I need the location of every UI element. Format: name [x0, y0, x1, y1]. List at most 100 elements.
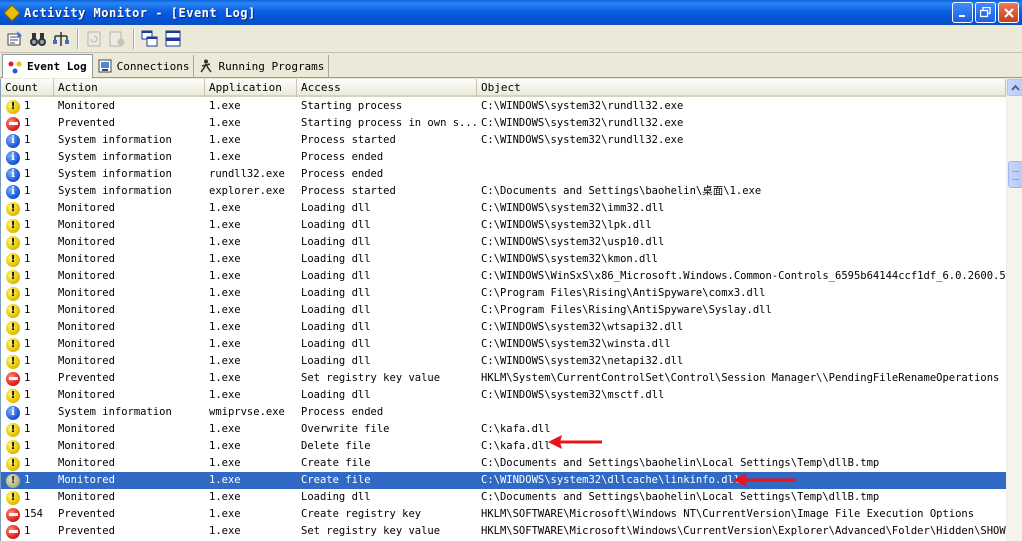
cell-action: Monitored: [58, 423, 115, 435]
column-header-count[interactable]: Count: [1, 79, 54, 97]
table-row[interactable]: ! 1 Monitored 1.exe Loading dll C:\WINDOWS\sy…: [1, 234, 1006, 251]
cell-count: ! 1: [1, 251, 54, 268]
warning-icon: !: [6, 286, 20, 301]
table-row[interactable]: ! 1 Monitored 1.exe Loading dll C:\WINDOWS\sy…: [1, 336, 1006, 353]
column-header-object[interactable]: Object: [477, 79, 1006, 97]
table-row[interactable]: i 1 System information 1.exe Process started…: [1, 132, 1006, 149]
table-row[interactable]: ! 1 Monitored 1.exe Create file C:\Documents …: [1, 455, 1006, 472]
warning-icon: !: [6, 303, 20, 318]
cell-object: C:\WINDOWS\system32\msctf.dll: [481, 389, 665, 401]
cell-count: ! 1: [1, 98, 54, 115]
cell-application: 1.exe: [209, 338, 241, 350]
cell-application: 1.exe: [209, 304, 241, 316]
table-row[interactable]: ! 1 Monitored 1.exe Loading dll C:\WINDOWS\sy…: [1, 319, 1006, 336]
cell-action: System information: [58, 168, 172, 180]
cell-object: C:\WINDOWS\system32\winsta.dll: [481, 338, 671, 350]
table-row[interactable]: ! 1 Monitored 1.exe Loading dll C:\WINDOWS\sy…: [1, 353, 1006, 370]
cell-count: ! 1: [1, 455, 54, 472]
window-controls: [952, 2, 1019, 23]
cell-access: Overwrite file: [301, 423, 390, 435]
column-header-application[interactable]: Application: [205, 79, 297, 97]
table-row[interactable]: ! 1 Monitored 1.exe Loading dll C:\WINDOWS\sy…: [1, 200, 1006, 217]
table-row[interactable]: 1 Prevented 1.exe Starting process in own s…: [1, 115, 1006, 132]
warning-icon: !: [6, 269, 20, 284]
title-bar[interactable]: Activity Monitor - [Event Log]: [0, 0, 1022, 25]
table-row[interactable]: ! 1 Monitored 1.exe Loading dll C:\WINDOWS\Wi…: [1, 268, 1006, 285]
tab-event-log[interactable]: Event Log: [2, 54, 93, 78]
cell-object: HKLM\SOFTWARE\Microsoft\Windows\CurrentV…: [481, 525, 1006, 537]
cell-action: Monitored: [58, 321, 115, 333]
properties-icon: [7, 30, 22, 45]
close-button[interactable]: [998, 2, 1019, 23]
connections-icon: [97, 58, 113, 74]
cell-access: Loading dll: [301, 389, 371, 401]
cell-object: C:\WINDOWS\system32\usp10.dll: [481, 236, 665, 248]
tab-connections[interactable]: Connections: [93, 55, 195, 77]
cell-object: C:\WINDOWS\WinSxS\x86_Microsoft.Windows.…: [481, 270, 1006, 282]
table-row[interactable]: ! 1 Monitored 1.exe Delete file C:\kafa.dll: [1, 438, 1006, 455]
tile-view-button[interactable]: [162, 28, 184, 50]
table-row[interactable]: i 1 System information rundll32.exe Process …: [1, 166, 1006, 183]
cell-count: i1: [1, 183, 54, 200]
cell-application: 1.exe: [209, 151, 241, 163]
cell-action: Prevented: [58, 508, 115, 520]
column-header-access[interactable]: Access: [297, 79, 477, 97]
cell-action: Monitored: [58, 202, 115, 214]
table-row[interactable]: ! 1 Monitored 1.exe Loading dll C:\Documents …: [1, 489, 1006, 506]
cell-access: Create registry key: [301, 508, 422, 520]
column-header-action[interactable]: Action: [54, 79, 205, 97]
tab-running-programs[interactable]: Running Programs: [194, 55, 330, 77]
warning-icon: !: [6, 235, 20, 250]
vertical-scrollbar[interactable]: [1006, 79, 1022, 541]
properties-button[interactable]: [4, 28, 26, 50]
cascade-view-button[interactable]: [139, 28, 161, 50]
table-row[interactable]: i 1 System information wmiprvse.exe Process …: [1, 404, 1006, 421]
toolbar-separator: [133, 28, 135, 49]
table-row[interactable]: ! 1 Monitored 1.exe Loading dll C:\WINDOWS\sy…: [1, 387, 1006, 404]
annotation-arrow: [733, 473, 795, 487]
clear-log-button[interactable]: [106, 28, 128, 50]
tile-windows-icon: [165, 30, 181, 46]
table-row[interactable]: i 1 System information explorer.exe Process …: [1, 183, 1006, 200]
list-rows: ! 1 Monitored 1.exe Starting process C:\WINDO…: [1, 98, 1006, 540]
table-row[interactable]: ! 1 Monitored 1.exe Create file C:\WINDOWS\sy…: [1, 472, 1006, 489]
warning-icon: !: [6, 422, 20, 437]
cell-application: 1.exe: [209, 440, 241, 452]
cell-count: ! 1: [1, 234, 54, 251]
table-row[interactable]: 1 Prevented 1.exe Set registry key value HKL…: [1, 523, 1006, 540]
table-row[interactable]: ! 1 Monitored 1.exe Loading dll C:\WINDOWS\sy…: [1, 251, 1006, 268]
table-row[interactable]: 1 Prevented 1.exe Set registry key value HKL…: [1, 370, 1006, 387]
table-row[interactable]: ! 1 Monitored 1.exe Starting process C:\WINDO…: [1, 98, 1006, 115]
warning-icon: !: [6, 337, 20, 352]
minimize-button[interactable]: [952, 2, 973, 23]
cell-object: C:\WINDOWS\system32\rundll32.exe: [481, 134, 684, 146]
table-row[interactable]: i 1 System information 1.exe Process ended: [1, 149, 1006, 166]
table-row[interactable]: 154 Prevented 1.exe Create registry key HKLM…: [1, 506, 1006, 523]
cell-action: System information: [58, 406, 172, 418]
cell-action: Monitored: [58, 457, 115, 469]
cell-application: 1.exe: [209, 491, 241, 503]
cell-action: Monitored: [58, 219, 115, 231]
filter-button[interactable]: [50, 28, 72, 50]
refresh-icon: [87, 31, 101, 46]
event-log-list[interactable]: Count Action Application Access Object !…: [0, 79, 1022, 541]
cell-action: Monitored: [58, 100, 115, 112]
close-icon: [1003, 7, 1014, 18]
table-row[interactable]: ! 1 Monitored 1.exe Loading dll C:\WINDOWS\sy…: [1, 217, 1006, 234]
cell-count: ! 1: [1, 217, 54, 234]
clear-log-icon: [109, 31, 125, 46]
table-row[interactable]: ! 1 Monitored 1.exe Loading dll C:\Program Fi…: [1, 285, 1006, 302]
warning-icon: !: [6, 456, 20, 471]
cell-access: Loading dll: [301, 236, 371, 248]
cell-count: ! 1: [1, 421, 54, 438]
restore-button[interactable]: [975, 2, 996, 23]
cell-access: Loading dll: [301, 253, 371, 265]
scroll-thumb[interactable]: [1008, 161, 1022, 188]
find-button[interactable]: [27, 28, 49, 50]
cell-count: 1: [1, 370, 54, 387]
refresh-button[interactable]: [83, 28, 105, 50]
table-row[interactable]: ! 1 Monitored 1.exe Loading dll C:\Program Fi…: [1, 302, 1006, 319]
table-row[interactable]: ! 1 Monitored 1.exe Overwrite file C:\kafa.dl…: [1, 421, 1006, 438]
cell-action: Monitored: [58, 236, 115, 248]
scroll-up-button[interactable]: [1007, 79, 1022, 96]
